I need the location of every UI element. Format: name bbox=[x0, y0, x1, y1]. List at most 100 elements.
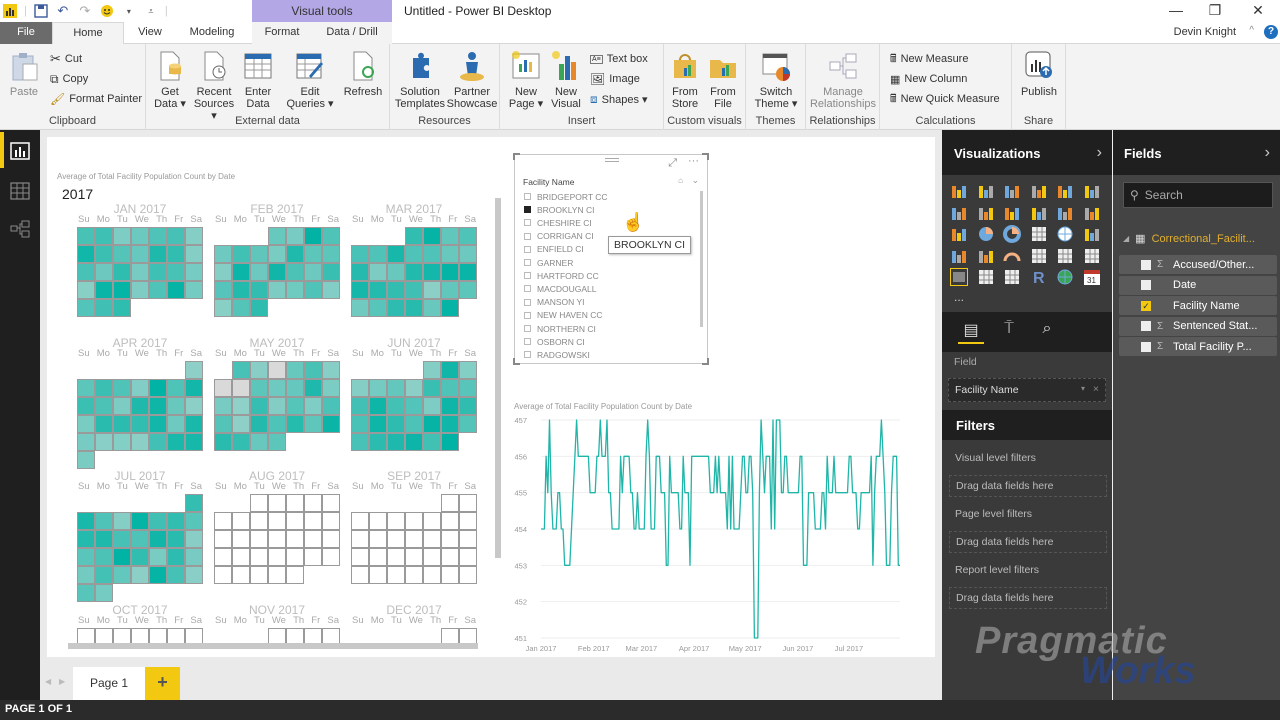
calendar-day-cell[interactable] bbox=[459, 379, 477, 397]
calendar-day-cell[interactable] bbox=[131, 415, 149, 433]
calendar-day-cell[interactable] bbox=[405, 512, 423, 530]
arcgis-visual-icon[interactable] bbox=[1056, 268, 1074, 286]
calendar-day-cell[interactable] bbox=[95, 245, 113, 263]
stacked-area-visual-icon[interactable] bbox=[1003, 204, 1021, 222]
calendar-day-cell[interactable] bbox=[131, 379, 149, 397]
calendar-day-cell[interactable] bbox=[131, 281, 149, 299]
calendar-day-cell[interactable] bbox=[423, 548, 441, 566]
copy-button[interactable]: ⧉ Copy bbox=[50, 70, 88, 88]
calendar-day-cell[interactable] bbox=[423, 299, 441, 317]
calendar-day-cell[interactable] bbox=[214, 433, 232, 451]
calendar-day-cell[interactable] bbox=[322, 530, 340, 548]
calendar-day-cell[interactable] bbox=[441, 379, 459, 397]
remove-field-icon[interactable]: × bbox=[1093, 383, 1099, 395]
calendar-day-cell[interactable] bbox=[167, 566, 185, 584]
calendar-day-cell[interactable] bbox=[369, 566, 387, 584]
100-stacked-column-visual-icon[interactable] bbox=[1083, 182, 1101, 200]
calendar-day-cell[interactable] bbox=[232, 512, 250, 530]
calendar-day-cell[interactable] bbox=[214, 512, 232, 530]
calendar-day-cell[interactable] bbox=[304, 379, 322, 397]
calendar-day-cell[interactable] bbox=[387, 263, 405, 281]
calendar-day-cell[interactable] bbox=[131, 433, 149, 451]
calendar-day-cell[interactable] bbox=[268, 566, 286, 584]
calendar-day-cell[interactable] bbox=[459, 361, 477, 379]
calendar-day-cell[interactable] bbox=[387, 415, 405, 433]
calendar-day-cell[interactable] bbox=[351, 415, 369, 433]
calendar-day-cell[interactable] bbox=[214, 548, 232, 566]
gauge-visual-icon[interactable] bbox=[1003, 247, 1021, 265]
checkbox[interactable] bbox=[524, 193, 531, 200]
field-checkbox[interactable] bbox=[1141, 341, 1151, 352]
prev-page-icon[interactable]: ◀ bbox=[45, 677, 51, 686]
calendar-day-cell[interactable] bbox=[113, 397, 131, 415]
calendar-day-cell[interactable] bbox=[131, 566, 149, 584]
calendar-day-cell[interactable] bbox=[286, 397, 304, 415]
calendar-day-cell[interactable] bbox=[351, 245, 369, 263]
calendar-day-cell[interactable] bbox=[351, 263, 369, 281]
calendar-day-cell[interactable] bbox=[95, 299, 113, 317]
checkbox[interactable] bbox=[524, 351, 531, 359]
calendar-day-cell[interactable] bbox=[77, 548, 95, 566]
calendar-horizontal-scrollbar[interactable] bbox=[60, 642, 492, 650]
calendar-day-cell[interactable] bbox=[387, 397, 405, 415]
calendar-day-cell[interactable] bbox=[214, 530, 232, 548]
calendar-day-cell[interactable] bbox=[149, 397, 167, 415]
calendar-day-cell[interactable] bbox=[369, 433, 387, 451]
calendar-day-cell[interactable] bbox=[423, 566, 441, 584]
slicer-item[interactable]: OSBORN CI bbox=[524, 335, 585, 348]
calendar-day-cell[interactable] bbox=[322, 227, 340, 245]
report-filters-drop-zone[interactable]: Drag data fields here bbox=[949, 587, 1107, 609]
calendar-day-cell[interactable] bbox=[304, 415, 322, 433]
calendar-day-cell[interactable] bbox=[423, 415, 441, 433]
text-box-button[interactable]: A≡ Text box bbox=[590, 50, 648, 68]
calendar-day-cell[interactable] bbox=[405, 281, 423, 299]
fields-tab-icon[interactable]: ▤ bbox=[958, 320, 984, 344]
calendar-day-cell[interactable] bbox=[351, 397, 369, 415]
calendar-day-cell[interactable] bbox=[351, 512, 369, 530]
calendar-day-cell[interactable] bbox=[268, 494, 286, 512]
field-item[interactable]: ✓ Facility Name bbox=[1119, 296, 1277, 315]
calendar-day-cell[interactable] bbox=[167, 530, 185, 548]
calendar-day-cell[interactable] bbox=[369, 530, 387, 548]
fields-search-input[interactable]: ⚲ Search bbox=[1123, 182, 1273, 208]
100-stacked-bar-visual-icon[interactable] bbox=[1056, 182, 1074, 200]
calendar-day-cell[interactable] bbox=[268, 433, 286, 451]
paste-button[interactable]: Paste bbox=[2, 50, 46, 98]
calendar-day-cell[interactable] bbox=[304, 512, 322, 530]
calendar-day-cell[interactable] bbox=[441, 433, 459, 451]
calendar-day-cell[interactable] bbox=[286, 361, 304, 379]
facility-slicer[interactable]: ⤢ ··· Facility Name ⌂ ⌄ BRIDGEPORT CC BRO… bbox=[513, 153, 709, 365]
minimize-button[interactable]: — bbox=[1166, 2, 1186, 18]
treemap-visual-icon[interactable] bbox=[1030, 225, 1048, 243]
calendar-day-cell[interactable] bbox=[149, 530, 167, 548]
format-paintroller-icon[interactable]: ⍑ bbox=[996, 320, 1022, 344]
calendar-day-cell[interactable] bbox=[167, 263, 185, 281]
calendar-day-cell[interactable] bbox=[250, 263, 268, 281]
calendar-day-cell[interactable] bbox=[250, 512, 268, 530]
line-chart[interactable]: 451 452 453 454 455 456 457 Jan 2017 Feb 2017 Mar… bbox=[505, 410, 910, 660]
calendar-day-cell[interactable] bbox=[131, 263, 149, 281]
calendar-day-cell[interactable] bbox=[95, 415, 113, 433]
calendar-day-cell[interactable] bbox=[441, 415, 459, 433]
calendar-day-cell[interactable] bbox=[149, 415, 167, 433]
calendar-day-cell[interactable] bbox=[214, 566, 232, 584]
clear-selection-icon[interactable]: ⌂ bbox=[678, 176, 683, 185]
slicer-item[interactable]: RADGOWSKI bbox=[524, 348, 590, 361]
calendar-day-cell[interactable] bbox=[113, 512, 131, 530]
drag-grip-icon[interactable] bbox=[605, 158, 619, 162]
relationships-view-icon[interactable] bbox=[10, 220, 30, 238]
field-checkbox[interactable] bbox=[1141, 321, 1151, 331]
qat-dropdown-icon[interactable]: ▾ bbox=[121, 3, 137, 19]
restore-button[interactable]: ❐ bbox=[1205, 2, 1225, 19]
calendar-day-cell[interactable] bbox=[113, 548, 131, 566]
clustered-bar-visual-icon[interactable] bbox=[1003, 182, 1021, 200]
scroll-thumb[interactable] bbox=[495, 198, 501, 558]
pie-visual-icon[interactable] bbox=[977, 225, 995, 243]
new-quick-measure-button[interactable]: 🖩 New Quick Measure bbox=[890, 90, 1000, 108]
close-button[interactable]: ✕ bbox=[1248, 2, 1268, 19]
calendar-day-cell[interactable] bbox=[250, 245, 268, 263]
calendar-day-cell[interactable] bbox=[250, 281, 268, 299]
recent-sources-button[interactable]: Recent Sources ▾ bbox=[190, 50, 238, 122]
calendar-day-cell[interactable] bbox=[268, 397, 286, 415]
calendar-day-cell[interactable] bbox=[268, 245, 286, 263]
